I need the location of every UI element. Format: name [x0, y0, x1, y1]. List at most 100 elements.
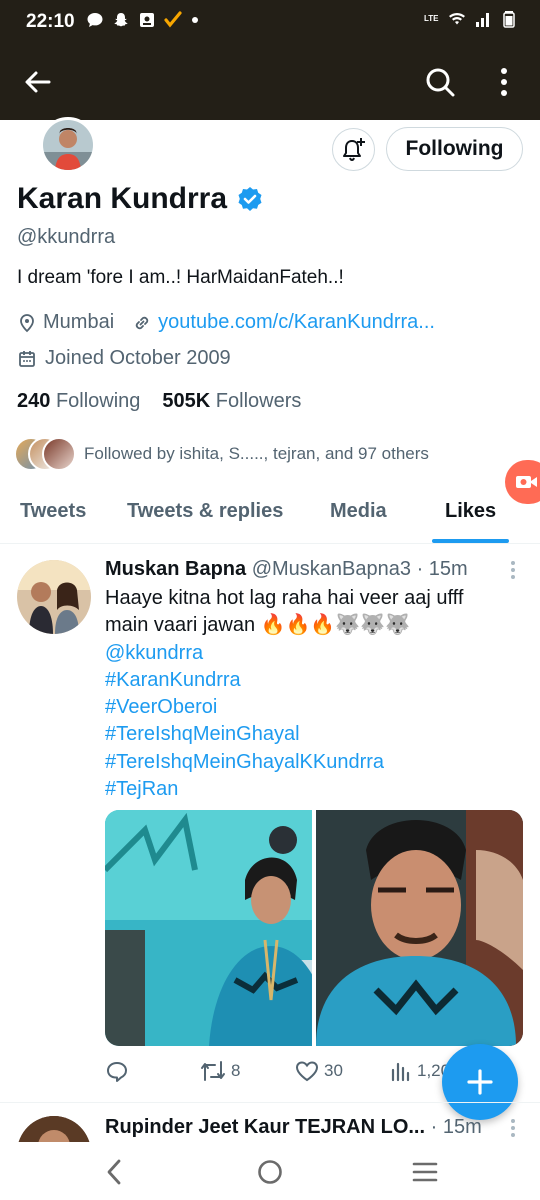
tweet-text-line: main vaari jawan 🔥🔥🔥🐺🐺🐺: [105, 614, 411, 637]
lte-label: LTE: [424, 14, 439, 23]
tab-media[interactable]: Media: [330, 500, 387, 523]
followers-count: 505K: [162, 390, 211, 412]
heart-icon: [295, 1061, 319, 1082]
profile-avatar[interactable]: [40, 117, 96, 173]
system-status-icons: LTE: [424, 10, 518, 28]
profile-meta-location-website: Mumbai youtube.com/c/KaranKundrra...: [17, 311, 435, 334]
profile-bio: I dream 'fore I am..! HarMaidanFateh..!: [17, 267, 344, 288]
tweet-more-button[interactable]: [505, 558, 521, 582]
tweet-author-avatar[interactable]: [17, 560, 91, 634]
following-count: 240: [17, 390, 51, 412]
calendar-icon: [19, 350, 35, 367]
retweet-button[interactable]: 8: [200, 1060, 240, 1082]
snapchat-icon: [114, 13, 128, 27]
follow-counts: 240 Following 505K Followers: [17, 390, 301, 413]
plus-icon: [467, 1069, 493, 1095]
back-button[interactable]: [18, 62, 58, 102]
following-button[interactable]: Following: [386, 127, 523, 171]
profile-joined-date: Joined October 2009: [45, 347, 231, 369]
home-circle-icon: [258, 1160, 282, 1184]
system-navigation-bar: [0, 1142, 540, 1200]
tweet-hashtag[interactable]: #VeerOberoi: [105, 694, 515, 721]
retweet-count: 8: [231, 1061, 241, 1080]
tweet-hashtag[interactable]: #TereIshqMeinGhayal: [105, 721, 515, 748]
tweet-image-1[interactable]: [105, 810, 312, 1046]
status-bar: 22:10 LTE: [0, 0, 540, 44]
author-photo: [17, 560, 91, 634]
tweet-text-line: Haaye kitna hot lag raha hai veer aaj uf…: [105, 587, 464, 609]
tweet-author-name[interactable]: Muskan Bapna: [105, 558, 246, 580]
dot-icon: [192, 17, 198, 23]
arrow-left-icon: [25, 71, 51, 93]
tweet-more-button[interactable]: [505, 1116, 521, 1140]
wifi-icon: [449, 13, 465, 25]
chevron-left-icon: [107, 1159, 121, 1185]
search-icon: [426, 68, 455, 97]
app-notification-icon: [140, 13, 154, 27]
more-vertical-icon: [501, 68, 507, 96]
following-count-link[interactable]: 240 Following: [17, 390, 140, 413]
notification-icons: [86, 11, 198, 29]
follower-avatar: [42, 437, 76, 471]
tweet-hashtag[interactable]: #TereIshqMeinGhayalKKundrra: [105, 749, 515, 776]
profile-location: Mumbai: [43, 311, 115, 333]
tab-likes[interactable]: Likes: [445, 500, 496, 523]
nav-home-button[interactable]: [250, 1156, 290, 1188]
profile-tabs: Tweets Tweets & replies Media Likes: [0, 492, 540, 544]
retweet-icon: [201, 1061, 225, 1081]
followers-count-link[interactable]: 505K Followers: [162, 390, 301, 413]
tweet-time: · 15m: [430, 1116, 482, 1138]
tweet-image-2[interactable]: [316, 810, 523, 1046]
profile-name: Karan Kundrra: [17, 182, 228, 215]
tweet-time: · 15m: [416, 558, 468, 580]
tweet-author-name[interactable]: Rupinder Jeet Kaur TEJRAN LO...: [105, 1116, 425, 1138]
location-pin-icon: [20, 313, 34, 332]
link-icon: [135, 316, 149, 329]
reply-button[interactable]: [105, 1060, 129, 1084]
battery-icon: [503, 11, 515, 28]
profile-name-row: Karan Kundrra: [17, 182, 263, 216]
bell-plus-icon: [342, 137, 365, 161]
photo-man-blue-shirt: [105, 810, 312, 1046]
tweet-divider: [0, 1102, 540, 1103]
photo-man-closeup: [316, 810, 523, 1046]
profile-joined-row: Joined October 2009: [17, 347, 231, 370]
tab-tweets-replies[interactable]: Tweets & replies: [127, 500, 283, 523]
like-button[interactable]: 30: [295, 1060, 343, 1082]
profile-handle: @kkundrra: [17, 226, 116, 248]
following-label: Following: [55, 390, 141, 412]
menu-lines-icon: [412, 1162, 438, 1182]
compose-tweet-button[interactable]: [442, 1044, 518, 1120]
profile-website-link[interactable]: youtube.com/c/KaranKundrra...: [158, 311, 435, 334]
reply-icon: [107, 1062, 127, 1082]
tweet-text: Haaye kitna hot lag raha hai veer aaj uf…: [105, 585, 515, 803]
tweet-author-handle: @MuskanBapna3: [251, 558, 412, 580]
message-icon: [87, 13, 103, 27]
like-count: 30: [324, 1061, 343, 1080]
tweet-mention[interactable]: @kkundrra: [105, 640, 515, 667]
more-options-button[interactable]: [484, 62, 524, 102]
search-button[interactable]: [420, 62, 460, 102]
active-tab-indicator: [432, 539, 509, 543]
check-icon: [164, 11, 182, 28]
views-chart-icon: [391, 1062, 410, 1082]
signal-icon: [476, 13, 489, 27]
tweet-header: Muskan Bapna @MuskanBapna3 · 15m: [105, 558, 468, 581]
followed-by-avatars: [14, 437, 76, 471]
followers-label: Followers: [215, 390, 302, 412]
nav-back-button[interactable]: [94, 1156, 134, 1188]
notifications-bell-button[interactable]: [332, 128, 375, 171]
status-time: 22:10: [26, 11, 75, 32]
tweet-hashtag[interactable]: #TejRan: [105, 776, 515, 803]
tweet-hashtag[interactable]: #KaranKundrra: [105, 667, 515, 694]
tab-tweets[interactable]: Tweets: [20, 500, 86, 523]
profile-header-bar: [0, 44, 540, 120]
tweet-actions: 8 30 1,20: [105, 1060, 465, 1090]
video-camera-icon: [516, 476, 537, 488]
verified-badge-icon: [238, 187, 262, 211]
followed-by-row[interactable]: Followed by ishita, S....., tejran, and …: [14, 437, 429, 471]
profile-photo: [43, 120, 93, 170]
tweet-media[interactable]: [105, 810, 523, 1046]
nav-recents-button[interactable]: [405, 1156, 445, 1188]
followed-by-text: Followed by ishita, S....., tejran, and …: [84, 444, 429, 463]
